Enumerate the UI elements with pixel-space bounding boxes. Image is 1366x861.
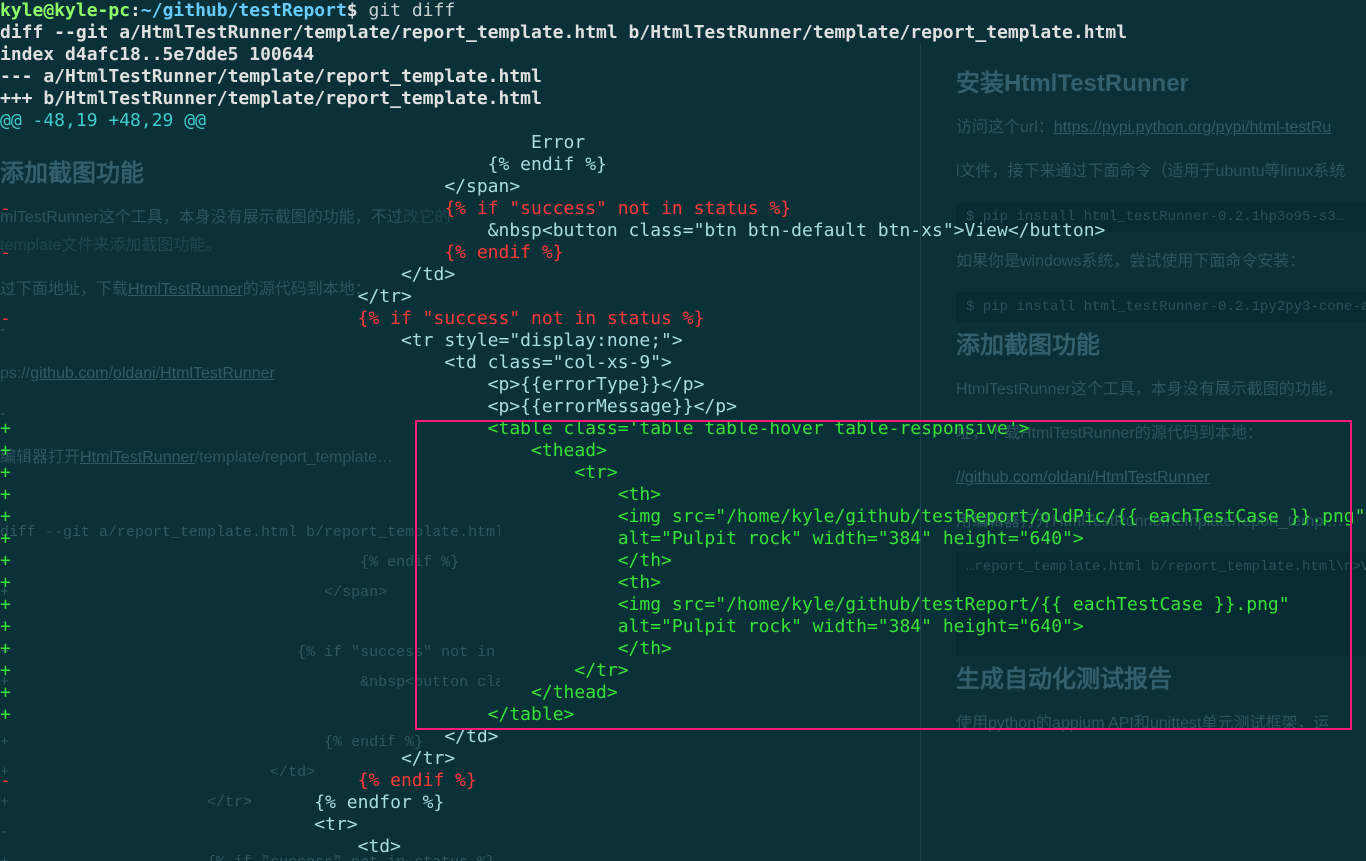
diff-added-line: + <tr> [0, 462, 618, 483]
diff-added-line: + </th> [0, 638, 672, 659]
diff-minus-file: --- a/HtmlTestRunner/template/report_tem… [0, 66, 542, 87]
diff-context-line: </td> [0, 264, 455, 285]
diff-removed-line: - {% if "success" not in status %} [0, 308, 704, 329]
diff-removed-line: - {% endif %} [0, 242, 564, 263]
diff-context-line: </tr> [0, 286, 412, 307]
diff-context-line: <td class="col-xs-9"> [0, 352, 672, 373]
diff-hunk-header: @@ -48,19 +48,29 @@ [0, 110, 206, 131]
diff-added-line: + </tr> [0, 660, 629, 681]
diff-context-line: {% endif %} [0, 154, 607, 175]
diff-added-line: + <table class='table table-hover table-… [0, 418, 1030, 439]
prompt-colon: : [130, 0, 141, 21]
diff-plus-file: +++ b/HtmlTestRunner/template/report_tem… [0, 88, 542, 109]
diff-added-line: + </table> [0, 704, 574, 725]
diff-context-line: <tr style="display:none;"> [0, 330, 683, 351]
diff-context-line: Error [0, 132, 585, 153]
diff-removed-line: - {% endif %} [0, 770, 477, 791]
diff-context-line: </tr> [0, 748, 455, 769]
diff-added-line: + <th> [0, 484, 661, 505]
diff-context-line: </td> [0, 726, 499, 747]
diff-added-line: + <thead> [0, 440, 607, 461]
diff-context-line: {% endfor %} [0, 792, 444, 813]
command: git diff [358, 0, 456, 21]
diff-added-line: + alt="Pulpit rock" width="384" height="… [0, 528, 1084, 549]
diff-context-line: &nbsp<button class="btn btn-default btn-… [0, 220, 1105, 241]
terminal[interactable]: kyle@kyle-pc:~/github/testReport$ git di… [0, 0, 1365, 858]
prompt-dollar: $ [347, 0, 358, 21]
diff-added-line: + </thead> [0, 682, 618, 703]
terminal-output: kyle@kyle-pc:~/github/testReport$ git di… [0, 0, 1365, 858]
diff-index-line: index d4afc18..5e7dde5 100644 [0, 44, 314, 65]
diff-added-line: + <th> [0, 572, 661, 593]
prompt-path: ~/github/testReport [141, 0, 347, 21]
diff-context-line: <td> [0, 836, 401, 857]
diff-added-line: + <img src="/home/kyle/github/testReport… [0, 506, 1365, 527]
diff-added-line: + <img src="/home/kyle/github/testReport… [0, 594, 1290, 615]
diff-context-line: <tr> [0, 814, 358, 835]
diff-context-line: <p>{{errorType}}</p> [0, 374, 704, 395]
diff-added-line: + alt="Pulpit rock" width="384" height="… [0, 616, 1084, 637]
prompt-user: kyle@kyle-pc [0, 0, 130, 21]
diff-header-line: diff --git a/HtmlTestRunner/template/rep… [0, 22, 1127, 43]
diff-context-line: </span> [0, 176, 520, 197]
diff-context-line: <p>{{errorMessage}}</p> [0, 396, 737, 417]
diff-removed-line: - {% if "success" not in status %} [0, 198, 791, 219]
diff-added-line: + </th> [0, 550, 672, 571]
